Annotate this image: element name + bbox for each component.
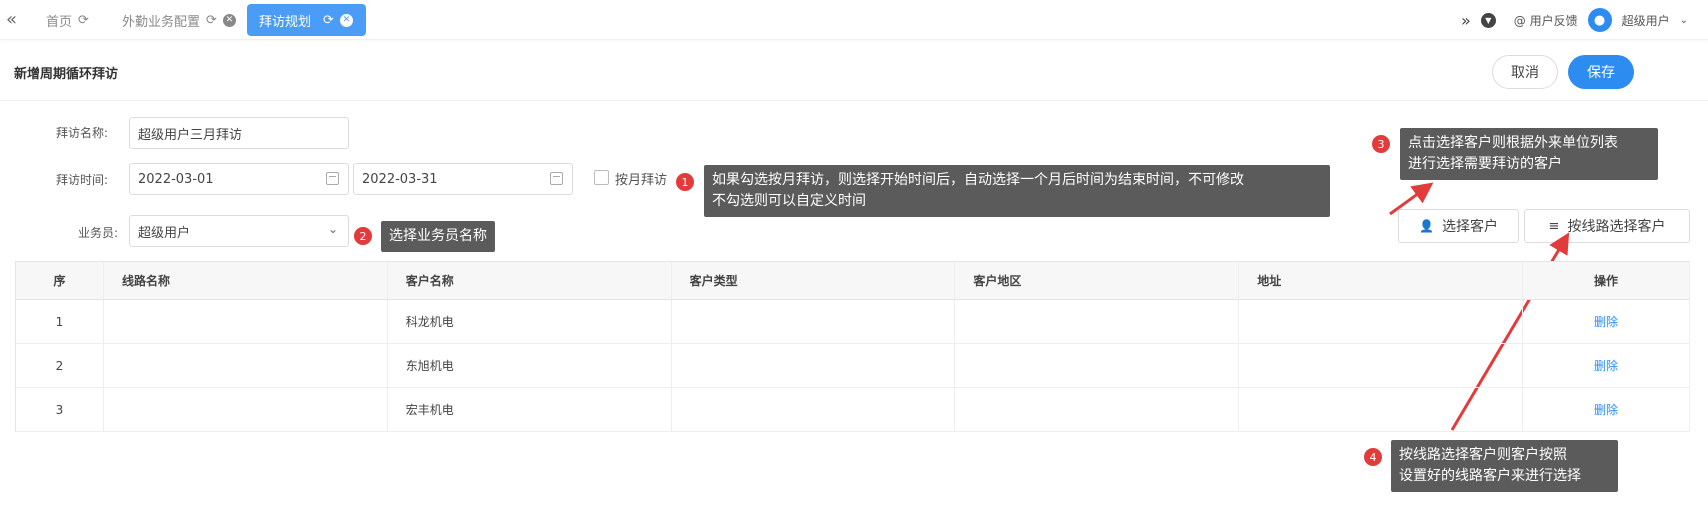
cell-customer: 宏丰机电 (387, 387, 672, 432)
cell-type (671, 387, 956, 432)
delete-link[interactable]: 删除 (1594, 359, 1618, 373)
cell-index: 1 (15, 299, 104, 344)
table-header-row: 序 线路名称 客户名称 客户类型 客户地区 地址 操作 (15, 261, 1690, 300)
delete-link[interactable]: 删除 (1594, 403, 1618, 417)
column-header-type: 客户类型 (671, 261, 956, 300)
table-row: 2 东旭机电 删除 (15, 343, 1690, 388)
cell-address (1238, 299, 1524, 344)
cell-region (954, 343, 1240, 388)
column-header-action: 操作 (1522, 261, 1690, 300)
cell-region (954, 299, 1240, 344)
column-header-region: 客户地区 (954, 261, 1240, 300)
cell-customer: 科龙机电 (387, 299, 672, 344)
cell-route (103, 387, 388, 432)
column-header-index: 序 (15, 261, 104, 300)
delete-link[interactable]: 删除 (1594, 315, 1618, 329)
cell-customer: 东旭机电 (387, 343, 672, 388)
column-header-address: 地址 (1238, 261, 1524, 300)
cell-region (954, 387, 1240, 432)
customer-table: 序 线路名称 客户名称 客户类型 客户地区 地址 操作 1 科龙机电 删除 2 … (15, 261, 1690, 432)
cell-address (1238, 343, 1524, 388)
cell-index: 3 (15, 387, 104, 432)
cell-index: 2 (15, 343, 104, 388)
cell-type (671, 299, 956, 344)
cell-address (1238, 387, 1524, 432)
cell-route (103, 299, 388, 344)
table-row: 3 宏丰机电 删除 (15, 387, 1690, 432)
arrow-to-select-customer (1389, 182, 1434, 216)
column-header-route: 线路名称 (103, 261, 388, 300)
cell-route (103, 343, 388, 388)
table-row: 1 科龙机电 删除 (15, 299, 1690, 344)
cell-type (671, 343, 956, 388)
column-header-customer: 客户名称 (387, 261, 672, 300)
